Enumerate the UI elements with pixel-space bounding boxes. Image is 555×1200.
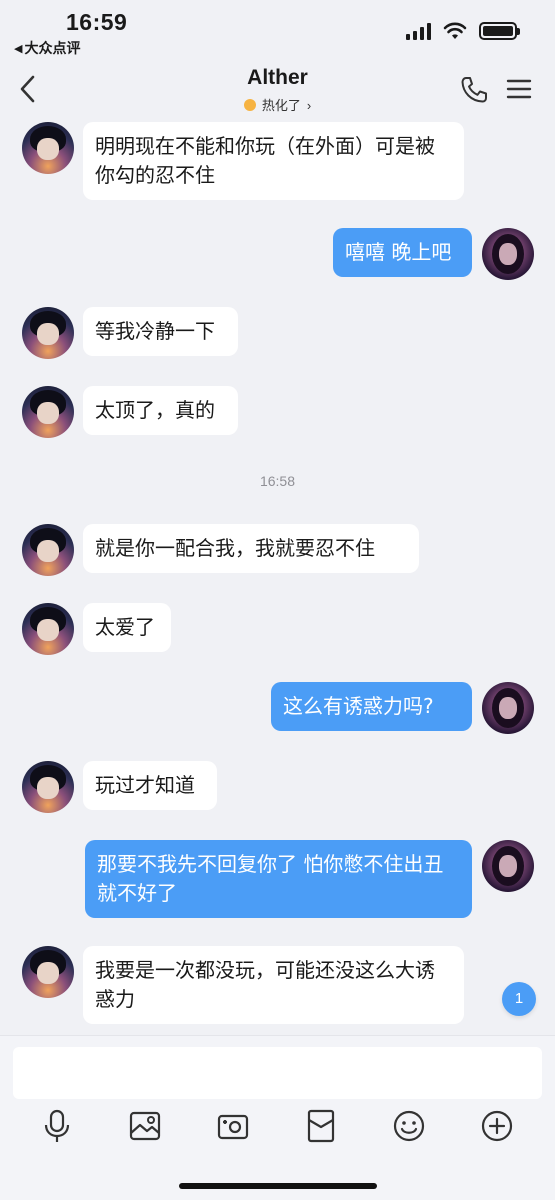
message-bubble[interactable]: 太顶了，真的 bbox=[83, 386, 238, 435]
contact-avatar[interactable] bbox=[22, 603, 74, 655]
emoji-icon[interactable] bbox=[392, 1108, 426, 1144]
status-icons bbox=[406, 22, 520, 40]
camera-icon[interactable] bbox=[216, 1108, 250, 1144]
contact-avatar[interactable] bbox=[22, 122, 74, 174]
image-icon[interactable] bbox=[128, 1108, 162, 1144]
contact-avatar[interactable] bbox=[22, 386, 74, 438]
contact-avatar[interactable] bbox=[22, 946, 74, 998]
message-bubble[interactable]: 就是你一配合我，我就要忍不住 bbox=[83, 524, 419, 573]
back-app-label: 大众点评 bbox=[24, 40, 81, 56]
composer-toolbar bbox=[0, 1108, 555, 1150]
message-bubble[interactable]: 等我冷静一下 bbox=[83, 307, 238, 356]
my-avatar[interactable] bbox=[482, 228, 534, 280]
message-bubble[interactable]: 明明现在不能和你玩（在外面）可是被你勾的忍不住 bbox=[83, 122, 464, 200]
contact-avatar[interactable] bbox=[22, 524, 74, 576]
red-packet-icon[interactable] bbox=[304, 1108, 338, 1144]
microphone-icon[interactable] bbox=[40, 1108, 74, 1144]
my-avatar[interactable] bbox=[482, 682, 534, 734]
contact-avatar[interactable] bbox=[22, 307, 74, 359]
intimacy-label: 热化了 bbox=[261, 98, 301, 113]
back-triangle-icon: ◀ bbox=[14, 42, 23, 55]
message-input[interactable] bbox=[13, 1047, 542, 1099]
message-bubble[interactable]: 我要是一次都没玩，可能还没这么大诱惑力 bbox=[83, 946, 464, 1024]
contact-avatar[interactable] bbox=[22, 761, 74, 813]
wifi-icon bbox=[443, 22, 467, 39]
battery-icon bbox=[479, 22, 520, 40]
message-bubble[interactable]: 那要不我先不回复你了 怕你憋不住出丑就不好了 bbox=[85, 840, 472, 918]
status-bar: 16:59 ◀ 大众点评 bbox=[0, 0, 555, 62]
home-indicator[interactable] bbox=[179, 1183, 377, 1189]
status-time: 16:59 bbox=[66, 9, 128, 35]
message-bubble[interactable]: 太爱了 bbox=[83, 603, 171, 652]
menu-icon[interactable] bbox=[506, 78, 532, 100]
message-timestamp: 16:58 bbox=[259, 473, 296, 489]
chat-header: Alther 热化了 › bbox=[0, 62, 555, 118]
phone-call-icon[interactable] bbox=[458, 74, 490, 106]
message-bubble[interactable]: 玩过才知道 bbox=[83, 761, 217, 810]
chevron-right-icon: › bbox=[306, 98, 312, 113]
my-avatar[interactable] bbox=[482, 840, 534, 892]
back-to-app-link[interactable]: ◀ 大众点评 bbox=[14, 38, 80, 58]
composer bbox=[0, 1035, 555, 1200]
flame-icon bbox=[243, 99, 256, 111]
unread-count-badge[interactable]: 1 bbox=[502, 982, 536, 1016]
plus-icon[interactable] bbox=[480, 1108, 514, 1144]
message-bubble[interactable]: 嘻嘻 晚上吧 bbox=[333, 228, 472, 277]
cellular-signal-icon bbox=[406, 22, 431, 40]
message-bubble[interactable]: 这么有诱惑力吗? bbox=[271, 682, 472, 731]
